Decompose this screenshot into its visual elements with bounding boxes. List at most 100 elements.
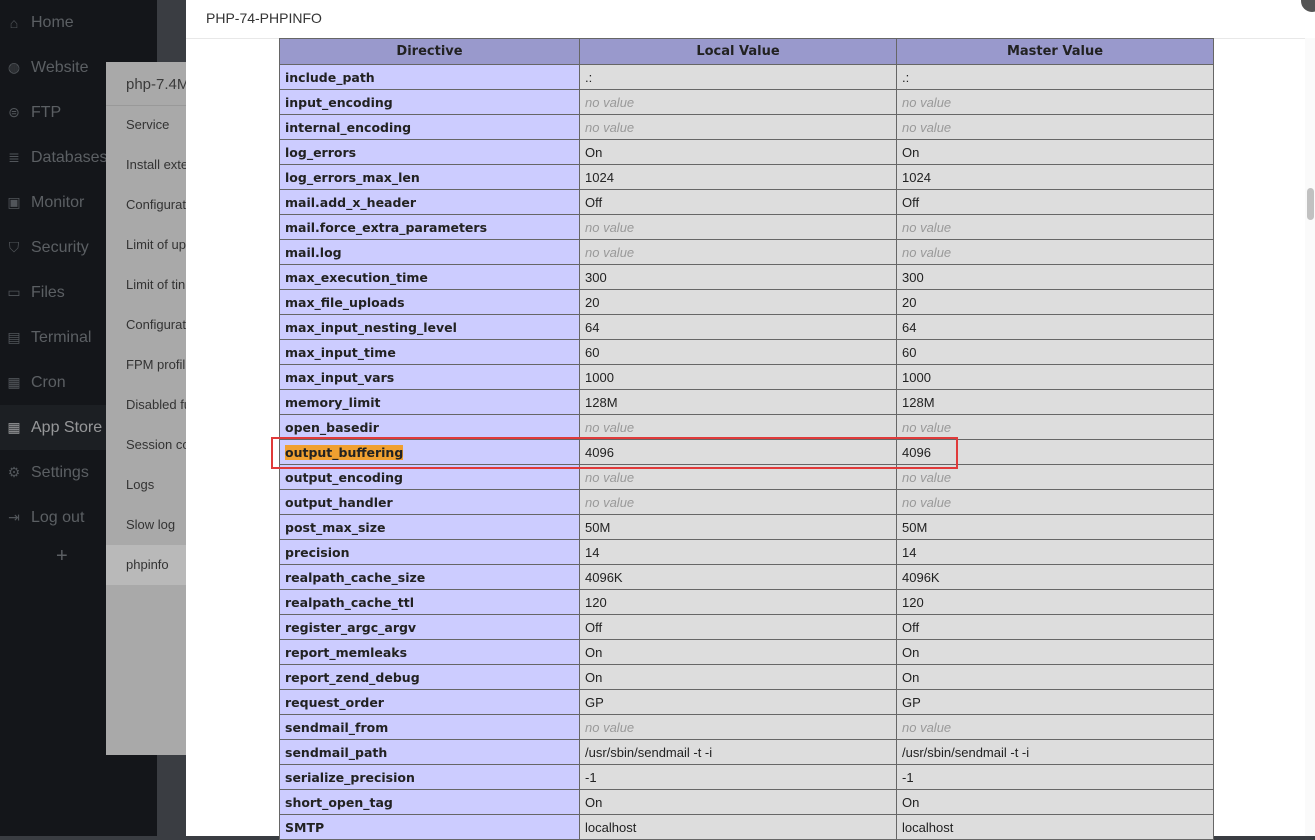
master-value: -1 xyxy=(896,764,1214,790)
table-row: mail.force_extra_parameters no value no va… xyxy=(279,214,1214,240)
panel-item-limit-of-tin[interactable]: Limit of tin xyxy=(126,277,185,292)
directive-name: memory_limit xyxy=(279,389,580,415)
directive-name: register_argc_argv xyxy=(279,614,580,640)
table-row: max_execution_time 300 300 xyxy=(279,264,1214,290)
directive-name: log_errors_max_len xyxy=(279,164,580,190)
master-value: 120 xyxy=(896,589,1214,615)
local-value: 120 xyxy=(579,589,897,615)
local-value: Off xyxy=(579,189,897,215)
table-header-row: Directive Local Value Master Value xyxy=(279,38,1214,65)
table-row: memory_limit 128M 128M xyxy=(279,389,1214,415)
panel-item-phpinfo[interactable]: phpinfo xyxy=(106,545,186,585)
directive-name: mail.add_x_header xyxy=(279,189,580,215)
local-value: Off xyxy=(579,614,897,640)
local-value: no value xyxy=(579,89,897,115)
directive-name: include_path xyxy=(279,64,580,90)
directive-name: mail.force_extra_parameters xyxy=(279,214,580,240)
table-row: sendmail_path/usr/sbin/sendmail -t -i/us… xyxy=(279,739,1214,765)
table-row: internal_encoding no value no value xyxy=(279,114,1214,140)
master-value: no value xyxy=(896,114,1214,140)
local-value: -1 xyxy=(579,764,897,790)
phpinfo-content: Directive Local Value Master Value inclu… xyxy=(279,38,1214,840)
directive-name: sendmail_path xyxy=(279,739,580,765)
table-row: output_encoding no value no value xyxy=(279,464,1214,490)
local-value: /usr/sbin/sendmail -t -i xyxy=(579,739,897,765)
master-value: no value xyxy=(896,239,1214,265)
directive-name: precision xyxy=(279,539,580,565)
master-value: no value xyxy=(896,714,1214,740)
directive-name: short_open_tag xyxy=(279,789,580,815)
local-value: 14 xyxy=(579,539,897,565)
master-value: 14 xyxy=(896,539,1214,565)
master-value: no value xyxy=(896,464,1214,490)
table-row: output_buffering 4096 4096 xyxy=(279,439,1214,465)
local-value: GP xyxy=(579,689,897,715)
local-value: no value xyxy=(579,714,897,740)
table-row: output_handler no value no value xyxy=(279,489,1214,515)
panel-item-install-exte[interactable]: Install exte xyxy=(126,157,186,172)
panel-item-logs[interactable]: Logs xyxy=(126,477,154,492)
directive-name: log_errors xyxy=(279,139,580,165)
master-value: no value xyxy=(896,489,1214,515)
local-value: On xyxy=(579,639,897,665)
table-row: report_memleaks On On xyxy=(279,639,1214,665)
local-value: 60 xyxy=(579,339,897,365)
master-value: 300 xyxy=(896,264,1214,290)
master-value: 128M xyxy=(896,389,1214,415)
table-row: open_basedir no value no value xyxy=(279,414,1214,440)
panel-item-session-co[interactable]: Session co xyxy=(126,437,186,452)
master-value: Off xyxy=(896,189,1214,215)
directive-name: sendmail_from xyxy=(279,714,580,740)
table-row: request_order GP GP xyxy=(279,689,1214,715)
table-row: mail.log no value no value xyxy=(279,239,1214,265)
panel-item-disabled-fu[interactable]: Disabled fu xyxy=(126,397,186,412)
master-value: On xyxy=(896,639,1214,665)
local-value: 20 xyxy=(579,289,897,315)
panel-item-limit-of-up[interactable]: Limit of up xyxy=(126,237,186,252)
directive-name: max_input_time xyxy=(279,339,580,365)
table-row: max_input_time 60 60 xyxy=(279,339,1214,365)
directives-table: Directive Local Value Master Value inclu… xyxy=(279,38,1214,840)
phpinfo-dialog: PHP-74-PHPINFO Directive Local Value Mas… xyxy=(186,0,1315,840)
local-value: 300 xyxy=(579,264,897,290)
panel-item-configurat[interactable]: Configurat xyxy=(126,197,186,212)
local-value: 64 xyxy=(579,314,897,340)
directive-name: max_file_uploads xyxy=(279,289,580,315)
directive-name: realpath_cache_size xyxy=(279,564,580,590)
local-value: On xyxy=(579,664,897,690)
table-row: post_max_size 50M 50M xyxy=(279,514,1214,540)
directive-name: output_buffering xyxy=(279,439,580,465)
local-value: 4096K xyxy=(579,564,897,590)
table-row: max_file_uploads 20 20 xyxy=(279,289,1214,315)
table-row: realpath_cache_ttl 120 120 xyxy=(279,589,1214,615)
master-value: 1024 xyxy=(896,164,1214,190)
master-value: 20 xyxy=(896,289,1214,315)
master-value: .: xyxy=(896,64,1214,90)
local-value: no value xyxy=(579,114,897,140)
local-value: 128M xyxy=(579,389,897,415)
directive-name: report_memleaks xyxy=(279,639,580,665)
directive-name: max_execution_time xyxy=(279,264,580,290)
panel-item-service[interactable]: Service xyxy=(126,117,169,132)
directive-name: max_input_nesting_level xyxy=(279,314,580,340)
panel-divider xyxy=(106,105,186,106)
scrollbar-thumb[interactable] xyxy=(1307,188,1314,220)
directive-name: realpath_cache_ttl xyxy=(279,589,580,615)
directive-name: report_zend_debug xyxy=(279,664,580,690)
panel-item-configurat[interactable]: Configurat xyxy=(126,317,186,332)
table-row: log_errors On On xyxy=(279,139,1214,165)
panel-item-slow-log[interactable]: Slow log xyxy=(126,517,175,532)
master-value: 4096 xyxy=(896,439,1214,465)
local-value: no value xyxy=(579,214,897,240)
table-row: serialize_precision -1 -1 xyxy=(279,764,1214,790)
scrollbar[interactable] xyxy=(1305,38,1315,836)
master-value: Off xyxy=(896,614,1214,640)
search-highlight: output_buffering xyxy=(285,444,404,460)
master-value: On xyxy=(896,789,1214,815)
directive-name: request_order xyxy=(279,689,580,715)
table-row: report_zend_debug On On xyxy=(279,664,1214,690)
dialog-header: PHP-74-PHPINFO xyxy=(186,0,1315,39)
table-row: input_encoding no value no value xyxy=(279,89,1214,115)
master-value: no value xyxy=(896,414,1214,440)
panel-item-fpm-profil[interactable]: FPM profil xyxy=(126,357,185,372)
